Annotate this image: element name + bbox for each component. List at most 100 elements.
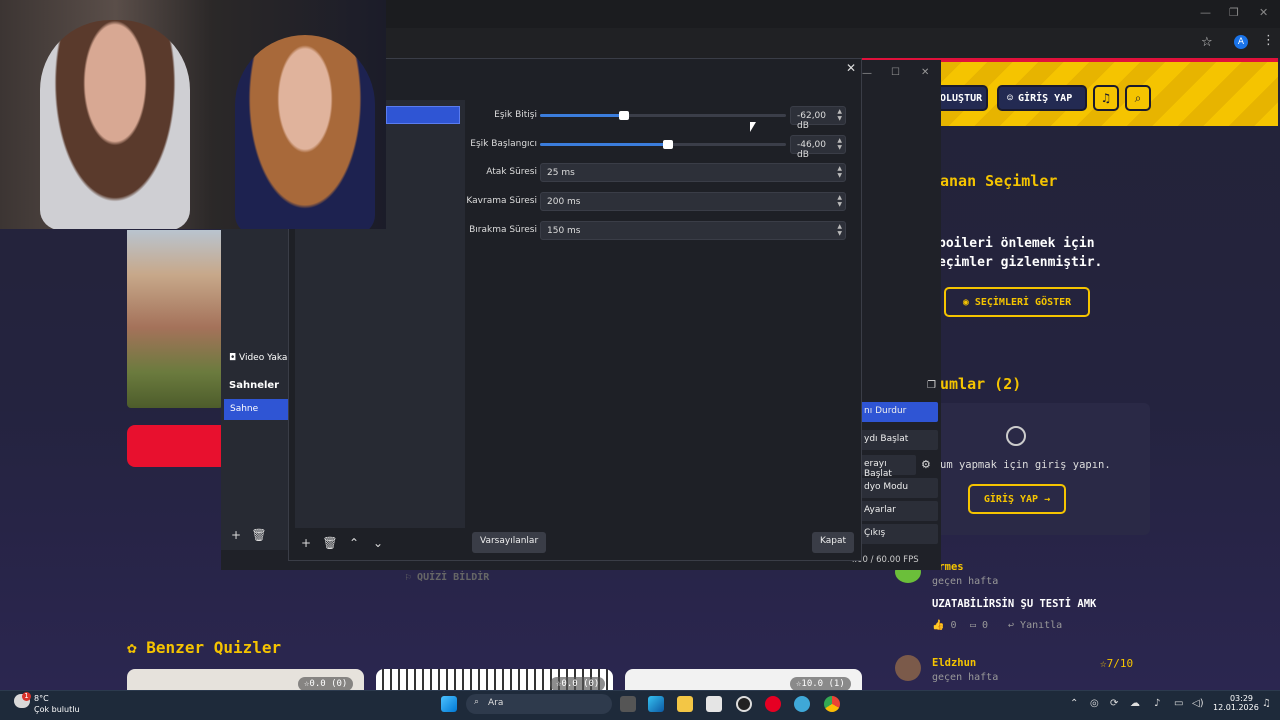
threshold-open-input[interactable]: -46,00 dB ▲ ▼ [790, 135, 846, 160]
attack-time-label: Atak Süresi [486, 167, 537, 177]
search-icon: ⌕ [474, 697, 480, 707]
app-icon[interactable] [794, 696, 810, 712]
release-time-label: Bırakma Süresi [469, 225, 537, 235]
search-button[interactable]: ⌕ [1125, 85, 1151, 111]
delete-scene-icon[interactable]: 🗑 [249, 526, 269, 544]
taskbar-clock[interactable]: 03:29 12.01.2026 [1213, 694, 1259, 712]
add-filter-icon[interactable]: + [296, 534, 316, 552]
gear-icon[interactable]: ⚙ [921, 458, 931, 471]
close-button[interactable]: Kapat [812, 532, 855, 553]
avatar [895, 655, 921, 681]
stop-stream-button[interactable]: nı Durdur [858, 402, 938, 422]
webcam-overlay [0, 0, 386, 229]
spin-arrows-icon[interactable]: ▲ ▼ [837, 108, 842, 122]
settings-button[interactable]: Ayarlar [858, 501, 938, 521]
spoiler-line-1: poileri önlemek için [938, 236, 1095, 251]
quiz-image [127, 230, 223, 408]
reply-button[interactable]: ↩ Yanıtla [1008, 620, 1062, 631]
comment-login-prompt: um yapmak için giriş yapın. [940, 459, 1111, 471]
microphone-icon[interactable]: ♪ [1154, 698, 1160, 709]
edge-icon[interactable] [648, 696, 664, 712]
dialog-close-icon[interactable]: ✕ [846, 61, 856, 75]
report-quiz-link[interactable]: ⚐ QUİZİ BİLDİR [405, 572, 489, 583]
selections-title: anan Seçimler [940, 172, 1058, 190]
comment-bubble-icon [1006, 426, 1026, 446]
close-window-icon[interactable]: ✕ [1259, 6, 1268, 19]
pinterest-icon[interactable] [765, 696, 781, 712]
comment-text: UZATABİLİRSİN ŞU TESTİ AMK [932, 598, 1097, 610]
add-scene-icon[interactable]: + [226, 526, 246, 544]
slider-fill [540, 114, 624, 117]
tray-sync-icon[interactable]: ⟳ [1110, 698, 1118, 709]
slider-fill [540, 143, 668, 146]
source-label[interactable]: ◘ Video Yaka [229, 353, 287, 363]
show-selections-button[interactable]: ◉ SEÇİMLERİ GÖSTER [944, 287, 1090, 317]
defaults-button[interactable]: Varsayılanlar [472, 532, 547, 553]
hold-time-label: Kavrama Süresi [466, 196, 537, 206]
start-virtual-cam-button[interactable]: erayı Başlat [858, 455, 916, 479]
spin-arrows-icon[interactable]: ▲ ▼ [837, 165, 842, 179]
spoiler-card [930, 198, 1150, 348]
slider-handle[interactable] [662, 140, 673, 149]
obs-minimize-icon[interactable]: — [862, 68, 872, 79]
login-button[interactable]: ☺ GİRİŞ YAP [997, 85, 1087, 111]
browser-menu-icon[interactable]: ⋮ [1262, 33, 1275, 48]
attack-time-input[interactable]: 25 ms ▲ ▼ [540, 163, 846, 182]
taskbar [0, 690, 1280, 720]
user-icon: ☺ [1007, 92, 1014, 104]
mouse-cursor [750, 122, 756, 132]
slider-handle[interactable] [618, 111, 629, 120]
release-time-input[interactable]: 150 ms ▲ ▼ [540, 221, 846, 240]
spin-arrows-icon[interactable]: ▲ ▼ [837, 137, 842, 151]
chrome-icon[interactable] [824, 696, 840, 712]
bookmark-star-icon[interactable]: ☆ [1201, 35, 1213, 50]
spin-arrows-icon[interactable]: ▲ ▼ [837, 194, 842, 208]
notification-bell-button[interactable]: ♫ [1093, 85, 1119, 111]
tray-app-icon[interactable]: ◎ [1090, 698, 1099, 709]
threshold-close-input[interactable]: -62,00 dB ▲ ▼ [790, 106, 846, 131]
weather-description: Çok bulutlu [34, 705, 80, 714]
threshold-close-slider[interactable] [540, 111, 786, 120]
maximize-icon[interactable]: ❐ [1229, 6, 1239, 19]
minimize-icon[interactable]: — [1200, 6, 1211, 19]
move-down-icon[interactable]: ⌄ [368, 534, 388, 552]
volume-icon[interactable]: ◁) [1192, 698, 1204, 709]
scene-item[interactable]: Sahne [224, 399, 288, 420]
start-recording-button[interactable]: ydı Başlat [858, 430, 938, 450]
file-explorer-icon[interactable] [677, 696, 693, 712]
quiz-rating-badge: ☆10.0 (1) [790, 677, 851, 691]
threshold-open-slider[interactable] [540, 140, 786, 149]
spin-arrows-icon[interactable]: ▲ ▼ [837, 223, 842, 237]
threshold-close-label: Eşik Bitişi [494, 110, 537, 120]
move-up-icon[interactable]: ⌃ [344, 534, 364, 552]
quiz-rating-badge: ☆0.0 (0) [550, 677, 606, 691]
network-icon[interactable]: ▭ [1174, 698, 1183, 709]
webcam-person [235, 35, 375, 229]
exit-button[interactable]: Çıkış [858, 524, 938, 544]
start-quiz-button[interactable] [127, 425, 223, 467]
spoiler-line-2: eçimler gizlenmiştir. [938, 255, 1103, 270]
dock-float-icon[interactable]: ❐ [927, 380, 936, 391]
search-icon: ⌕ [1134, 91, 1142, 105]
hold-time-input[interactable]: 200 ms ▲ ▼ [540, 192, 846, 211]
comment-login-button[interactable]: GİRİŞ YAP → [968, 484, 1066, 514]
notification-bell-icon[interactable]: ♫ [1262, 698, 1271, 709]
studio-mode-button[interactable]: dyo Modu [858, 478, 938, 498]
chevron-up-icon[interactable]: ⌃ [1070, 698, 1078, 709]
threshold-open-label: Eşik Başlangıcı [470, 139, 537, 149]
taskbar-search[interactable]: ⌕ Ara [466, 694, 612, 714]
task-view-icon[interactable] [620, 696, 636, 712]
profile-avatar[interactable]: A [1234, 35, 1248, 49]
similar-quizzes-title: ✿ Benzer Quizler [127, 638, 282, 657]
comment-user[interactable]: Eldzhun [932, 657, 976, 669]
obs-icon[interactable] [736, 696, 752, 712]
tray-cloud-icon[interactable]: ☁ [1130, 698, 1140, 709]
remove-filter-icon[interactable]: 🗑 [320, 534, 340, 552]
store-icon[interactable] [706, 696, 722, 712]
reply-count: ▭ 0 [970, 620, 989, 631]
obs-close-icon[interactable]: ✕ [921, 67, 929, 78]
windows-start-icon[interactable] [441, 696, 457, 712]
like-button[interactable]: 👍 0 [932, 620, 957, 631]
webcam-person [40, 20, 190, 229]
obs-maximize-icon[interactable]: ☐ [891, 67, 900, 78]
